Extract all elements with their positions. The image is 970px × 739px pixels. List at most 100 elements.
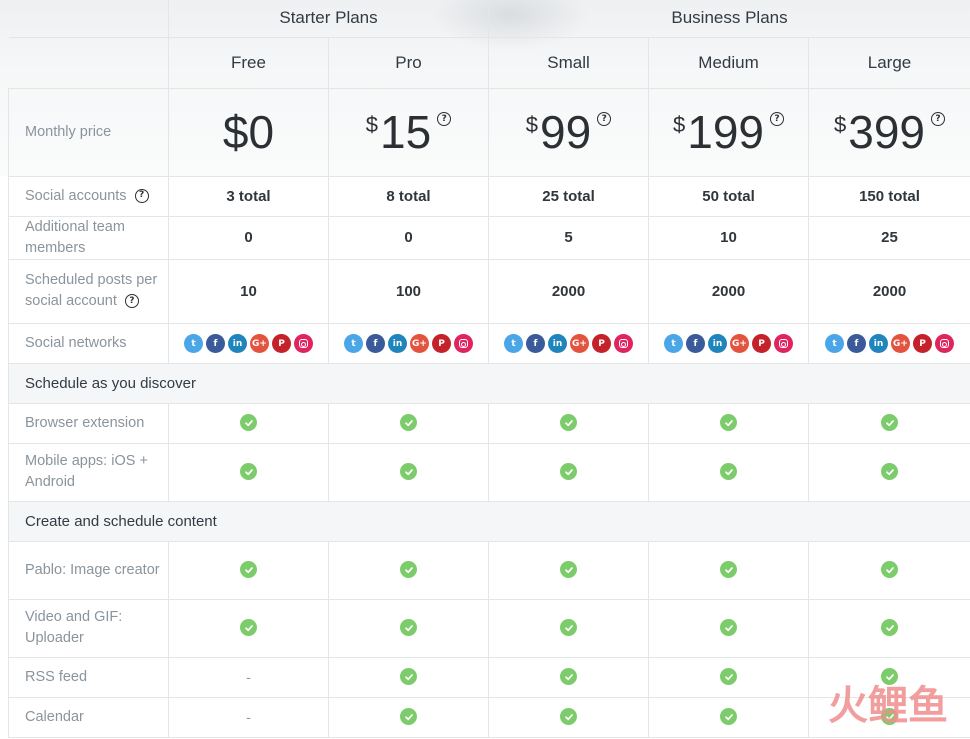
price-cell: $ 15 ?	[327, 87, 490, 177]
facebook-icon: f	[206, 334, 225, 354]
facebook-icon: f	[847, 334, 867, 354]
team-members-row: Additional team members 0 0 5 10 25	[8, 215, 970, 260]
currency-inline: $	[222, 106, 249, 158]
check-icon	[560, 708, 578, 726]
monthly-price-row: Monthly price $ $0 $ 15 ? $ 99 ? $ 1	[8, 87, 970, 177]
pricing-table: Starter Plans Business Plans Free Pro Sm…	[7, 0, 970, 738]
twitter-icon: t	[664, 334, 684, 354]
social-networks-pro: t f in G+ P	[327, 322, 490, 364]
facebook-icon: f	[526, 334, 546, 354]
scheduled-posts-large: 2000	[808, 258, 970, 324]
price-medium: $ 199 ?	[673, 106, 785, 158]
price-cell: $ 399 ?	[808, 87, 970, 177]
feature-cell-large	[808, 598, 970, 658]
check-icon	[560, 414, 578, 432]
scheduled-posts-small: 2000	[488, 258, 650, 324]
feature-row: Calendar -	[8, 696, 970, 738]
row-label: Pablo: Image creator	[8, 540, 169, 600]
check-icon	[560, 463, 578, 481]
feature-cell-small	[488, 656, 650, 698]
facebook-icon: f	[366, 334, 385, 354]
linkedin-icon: in	[228, 334, 247, 354]
not-included-dash: -	[246, 708, 251, 725]
network-icons: t f in G+ P	[664, 334, 794, 354]
check-icon	[400, 619, 417, 637]
row-label: Social networks	[8, 322, 169, 364]
feature-cell-large	[808, 540, 970, 600]
check-icon	[881, 414, 899, 432]
check-icon	[400, 463, 417, 481]
check-icon	[560, 561, 578, 579]
team-members-pro: 0	[327, 215, 490, 260]
instagram-icon	[454, 334, 473, 354]
not-included-dash: -	[246, 668, 251, 685]
section-title: Create and schedule content	[7, 500, 970, 542]
feature-cell-medium	[648, 442, 810, 502]
feature-row: Video and GIF: Uploader	[8, 598, 970, 658]
check-icon	[720, 708, 738, 726]
instagram-icon	[614, 334, 634, 354]
question-circle-icon[interactable]: ?	[931, 112, 946, 126]
price-value: 15	[380, 106, 432, 158]
instagram-icon	[774, 334, 794, 354]
section-title: Schedule as you discover	[7, 362, 970, 404]
plan-name-free: Free	[168, 36, 329, 89]
feature-row: Browser extension	[8, 402, 970, 444]
network-icons: t f in G+ P	[825, 334, 955, 354]
social-networks-small: t f in G+ P	[488, 322, 650, 364]
google-plus-icon: G+	[250, 334, 269, 354]
social-accounts-row: Social accounts ? 3 total 8 total 25 tot…	[8, 175, 970, 217]
price-cell: $ $0	[168, 87, 329, 177]
twitter-icon: t	[184, 334, 203, 354]
price-value: 199	[687, 106, 765, 158]
check-icon	[560, 619, 578, 637]
question-circle-icon[interactable]: ?	[597, 112, 612, 126]
pinterest-icon: P	[752, 334, 772, 354]
feature-row: RSS feed -	[8, 656, 970, 698]
team-members-free: 0	[168, 215, 329, 260]
social-accounts-large: 150 total	[808, 175, 970, 217]
google-plus-icon: G+	[410, 334, 429, 354]
feature-cell-small	[488, 696, 650, 738]
social-networks-medium: t f in G+ P	[648, 322, 810, 364]
question-circle-icon[interactable]: ?	[124, 294, 139, 309]
pinterest-icon: P	[272, 334, 291, 354]
check-icon	[240, 619, 257, 637]
social-networks-row: Social networks t f in G+ Pt f in G+ Pt f in G+ Pt f i…	[8, 322, 970, 364]
feature-cell-pro	[327, 598, 490, 658]
question-circle-icon[interactable]: ?	[770, 112, 785, 126]
currency-symbol: $	[834, 112, 847, 137]
check-icon	[720, 668, 738, 686]
feature-cell-free	[168, 442, 329, 502]
scheduled-posts-medium: 2000	[648, 258, 810, 324]
twitter-icon: t	[825, 334, 845, 354]
twitter-icon: t	[344, 334, 363, 354]
check-icon	[240, 463, 257, 481]
question-circle-icon[interactable]: ?	[437, 112, 452, 126]
feature-cell-pro	[327, 402, 490, 444]
check-icon	[400, 668, 417, 686]
feature-cell-free: -	[168, 696, 329, 738]
row-label: Social accounts ?	[8, 175, 169, 217]
feature-cell-free	[168, 540, 329, 600]
instagram-icon	[294, 334, 313, 354]
feature-cell-medium	[648, 696, 810, 738]
section-header-content: Create and schedule content	[7, 500, 970, 542]
pinterest-icon: P	[913, 334, 933, 354]
question-circle-icon[interactable]: ?	[134, 188, 149, 203]
plan-name-small: Small	[488, 36, 650, 89]
price-cell: $ 199 ?	[648, 87, 810, 177]
currency-symbol: $	[365, 112, 379, 137]
feature-cell-small	[488, 598, 650, 658]
row-label: Scheduled posts per social account ?	[8, 258, 169, 324]
feature-cell-medium	[648, 402, 810, 444]
google-plus-icon: G+	[891, 334, 911, 354]
scheduled-posts-pro: 100	[327, 258, 490, 324]
check-icon	[720, 619, 738, 637]
feature-cell-small	[488, 402, 650, 444]
discover-rows: Browser extension Mobile apps: iOS + Andr…	[8, 402, 970, 502]
currency-symbol: $	[525, 112, 539, 137]
plan-name-medium: Medium	[648, 36, 810, 89]
feature-cell-medium	[648, 540, 810, 600]
check-icon	[881, 561, 899, 579]
